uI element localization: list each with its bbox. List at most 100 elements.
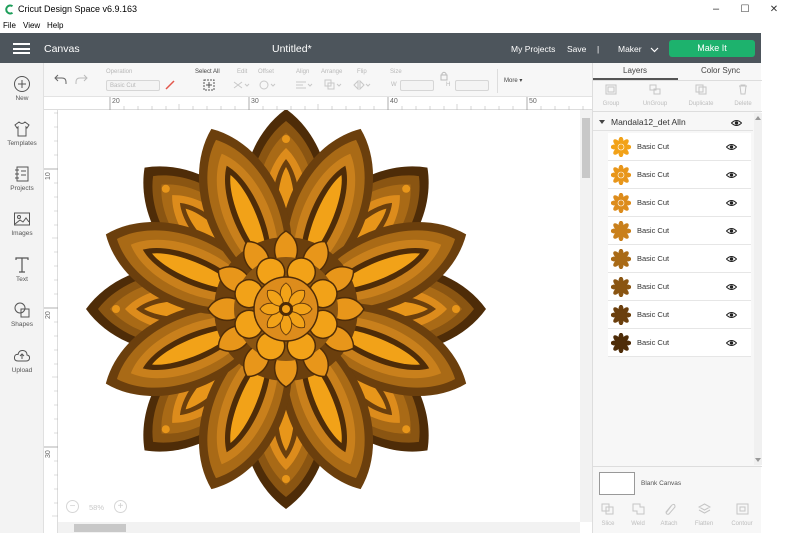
eye-icon[interactable] xyxy=(731,119,742,127)
eye-icon[interactable] xyxy=(726,339,737,347)
group-icon[interactable] xyxy=(605,84,617,95)
close-button[interactable]: ✕ xyxy=(760,2,788,17)
make-it-button[interactable]: Make It xyxy=(669,40,755,57)
flatten-icon[interactable] xyxy=(698,503,711,515)
height-input[interactable] xyxy=(455,80,489,91)
nav-new-label: New xyxy=(15,95,29,102)
scroll-down-icon[interactable] xyxy=(755,458,761,462)
layer-row[interactable]: Basic Cut xyxy=(608,133,751,161)
nav-new[interactable]: New xyxy=(0,75,44,102)
hamburger-menu-icon[interactable] xyxy=(13,43,30,54)
layer-row[interactable]: Basic Cut xyxy=(608,329,751,357)
nav-upload[interactable]: Upload xyxy=(0,347,44,374)
eye-icon[interactable] xyxy=(726,143,737,151)
width-input[interactable] xyxy=(400,80,434,91)
eye-icon[interactable] xyxy=(726,283,737,291)
group-label: Group xyxy=(602,101,620,107)
contour-icon[interactable] xyxy=(736,503,749,515)
ruler-left-10: 10 xyxy=(45,172,52,180)
eye-icon[interactable] xyxy=(726,199,737,207)
ruler-top-20: 20 xyxy=(112,98,120,105)
ruler-ticks-horizontal xyxy=(109,97,584,110)
ruler-left-20: 20 xyxy=(45,311,52,319)
layer-row[interactable]: Basic Cut xyxy=(608,189,751,217)
layer-row[interactable]: Basic Cut xyxy=(608,245,751,273)
delete-icon[interactable] xyxy=(737,84,749,95)
undo-icon[interactable] xyxy=(54,74,67,85)
eye-icon[interactable] xyxy=(726,171,737,179)
layer-row[interactable]: Basic Cut xyxy=(608,301,751,329)
operation-select[interactable]: Basic Cut xyxy=(106,80,160,91)
blank-canvas-swatch[interactable] xyxy=(599,472,635,495)
ruler-left-30: 30 xyxy=(45,450,52,458)
select-all-icon[interactable] xyxy=(203,79,215,91)
vertical-scroll-thumb[interactable] xyxy=(582,118,590,178)
save-button[interactable]: Save xyxy=(567,44,586,54)
nav-shapes[interactable]: Shapes xyxy=(0,301,44,328)
my-projects-link[interactable]: My Projects xyxy=(511,44,555,54)
duplicate-icon[interactable] xyxy=(695,84,707,95)
lock-icon[interactable] xyxy=(440,71,448,81)
app-header: Canvas Untitled* My Projects Save | Make… xyxy=(0,33,761,63)
more-button[interactable]: More ▾ xyxy=(504,77,522,84)
zoom-in-button[interactable]: + xyxy=(114,500,127,513)
layer-group-row[interactable]: Mandala12_det Alln xyxy=(593,113,753,131)
layers-scrollbar[interactable] xyxy=(754,113,762,465)
duplicate-label: Duplicate xyxy=(688,101,714,107)
nav-projects[interactable]: Projects xyxy=(0,165,44,192)
weld-icon[interactable] xyxy=(632,503,645,515)
nav-images[interactable]: Images xyxy=(0,210,44,237)
minimize-button[interactable]: – xyxy=(702,2,730,17)
align-label: Align xyxy=(296,69,310,75)
nav-text-label: Text xyxy=(16,276,28,283)
align-icon[interactable] xyxy=(295,79,313,91)
machine-label: Maker xyxy=(618,44,642,54)
design-canvas[interactable] xyxy=(58,110,580,522)
attach-icon[interactable] xyxy=(663,503,676,515)
contour-label: Contour xyxy=(731,521,753,527)
menu-view[interactable]: View xyxy=(23,21,40,30)
ungroup-icon[interactable] xyxy=(649,84,661,95)
eye-icon[interactable] xyxy=(726,227,737,235)
offset-icon[interactable] xyxy=(258,79,276,91)
machine-selector[interactable]: Maker xyxy=(618,44,659,54)
mandala-design-image[interactable] xyxy=(58,110,580,522)
layer-thumbnail-icon xyxy=(611,193,631,213)
eye-icon[interactable] xyxy=(726,255,737,263)
canvas-vertical-scrollbar[interactable] xyxy=(580,110,592,522)
zoom-out-button[interactable]: − xyxy=(66,500,79,513)
nav-images-label: Images xyxy=(11,230,33,237)
eye-icon[interactable] xyxy=(726,311,737,319)
nav-templates[interactable]: Templates xyxy=(0,120,44,147)
window-title: Cricut Design Space v6.9.163 xyxy=(18,4,138,14)
plus-circle-icon xyxy=(14,76,30,92)
layer-row[interactable]: Basic Cut xyxy=(608,161,751,189)
canvas-horizontal-scrollbar[interactable] xyxy=(58,522,580,533)
layer-group-name: Mandala12_det Alln xyxy=(611,117,686,127)
linetype-color-icon[interactable] xyxy=(164,79,176,91)
document-title[interactable]: Untitled* xyxy=(272,43,312,55)
menu-help[interactable]: Help xyxy=(47,21,63,30)
tab-layers[interactable]: Layers xyxy=(623,66,647,75)
menu-bar: File View Help xyxy=(0,19,800,33)
ruler-top-30: 30 xyxy=(251,98,259,105)
attach-label: Attach xyxy=(660,521,678,527)
arrange-icon[interactable] xyxy=(324,79,342,91)
redo-icon[interactable] xyxy=(75,74,88,85)
layer-name: Basic Cut xyxy=(637,226,670,235)
horizontal-scroll-thumb[interactable] xyxy=(74,524,126,532)
slice-icon[interactable] xyxy=(601,503,614,515)
flip-icon[interactable] xyxy=(353,79,371,91)
scroll-up-icon[interactable] xyxy=(755,116,761,120)
layer-row[interactable]: Basic Cut xyxy=(608,217,751,245)
layers-panel: Layers Color Sync Group UnGroup Duplicat… xyxy=(592,63,762,533)
collapse-caret-icon[interactable] xyxy=(599,120,605,125)
layer-row[interactable]: Basic Cut xyxy=(608,273,751,301)
ruler-top-50: 50 xyxy=(529,98,537,105)
nav-text[interactable]: Text xyxy=(0,256,44,283)
edit-icon[interactable] xyxy=(232,79,250,91)
size-label: Size xyxy=(390,69,402,75)
menu-file[interactable]: File xyxy=(3,21,16,30)
maximize-button[interactable]: ☐ xyxy=(731,2,759,17)
tab-color-sync[interactable]: Color Sync xyxy=(701,66,740,75)
